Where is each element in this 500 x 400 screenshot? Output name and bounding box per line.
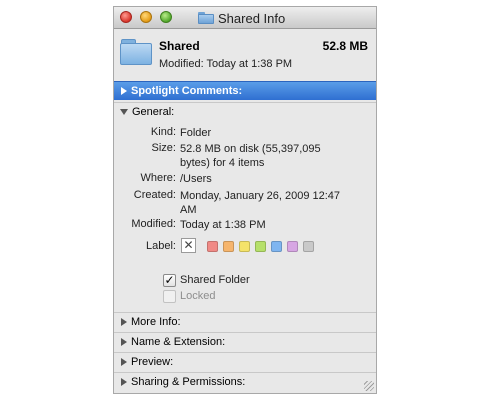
label-color-green[interactable] [255, 241, 266, 252]
section-sharing-permissions[interactable]: Sharing & Permissions: [114, 372, 376, 391]
disclosure-triangle-icon [121, 378, 127, 386]
shared-folder-checkbox[interactable]: ✓ [163, 274, 176, 287]
close-button[interactable] [120, 11, 132, 23]
section-label: Preview: [131, 356, 174, 368]
kind-label: Kind: [150, 126, 176, 138]
created-label: Created: [133, 189, 176, 201]
where-label: Where: [140, 172, 176, 184]
created-value-line2: AM [180, 204, 197, 216]
item-name: Shared [159, 39, 200, 53]
locked-checkbox[interactable] [163, 290, 176, 303]
disclosure-triangle-open-icon [120, 109, 128, 115]
section-label: Spotlight Comments: [131, 85, 243, 97]
window-title: Shared Info [218, 10, 286, 26]
section-label: Name & Extension: [131, 336, 226, 348]
disclosure-triangle-icon [121, 87, 127, 95]
kind-value: Folder [180, 127, 212, 139]
section-name-extension[interactable]: Name & Extension: [114, 332, 376, 351]
section-more-info[interactable]: More Info: [114, 312, 376, 331]
disclosure-triangle-icon [121, 358, 127, 366]
info-window: Shared Info Shared 52.8 MB Modified: Tod… [113, 6, 377, 394]
section-general[interactable]: General: [114, 102, 376, 121]
size-value-line1: 52.8 MB on disk (55,397,095 [180, 143, 321, 155]
section-label: General: [132, 106, 175, 118]
info-header: Shared 52.8 MB Modified: Today at 1:38 P… [114, 29, 376, 83]
resize-grip-icon[interactable] [364, 381, 374, 391]
label-color-orange[interactable] [223, 241, 234, 252]
label-color-purple[interactable] [287, 241, 298, 252]
label-color-yellow[interactable] [239, 241, 250, 252]
section-label: Sharing & Permissions: [131, 376, 246, 388]
label-none-button[interactable]: ✕ [181, 238, 196, 253]
large-folder-icon [120, 37, 152, 67]
where-value: /Users [180, 173, 212, 185]
zoom-button[interactable] [160, 11, 172, 23]
size-value-line2: bytes) for 4 items [180, 157, 265, 169]
title-bar[interactable]: Shared Info [114, 7, 376, 29]
modified-label: Modified: [131, 218, 176, 230]
label-color-blue[interactable] [271, 241, 282, 252]
label-color-gray[interactable] [303, 241, 314, 252]
item-modified: Modified: Today at 1:38 PM [159, 58, 293, 70]
created-value-line1: Monday, January 26, 2009 12:47 [180, 190, 341, 202]
label-label: Label: [146, 240, 176, 252]
minimize-button[interactable] [140, 11, 152, 23]
item-size: 52.8 MB [322, 39, 368, 53]
size-label: Size: [151, 142, 176, 154]
label-color-red[interactable] [207, 241, 218, 252]
modified-value: Today at 1:38 PM [180, 219, 266, 231]
window-title-group: Shared Info [198, 10, 285, 26]
shared-folder-label: Shared Folder [180, 274, 250, 286]
locked-label: Locked [180, 290, 216, 302]
disclosure-triangle-icon [121, 338, 127, 346]
section-label: More Info: [131, 316, 181, 328]
disclosure-triangle-icon [121, 318, 127, 326]
section-preview[interactable]: Preview: [114, 352, 376, 371]
folder-icon [198, 12, 214, 24]
section-spotlight-comments[interactable]: Spotlight Comments: [114, 81, 376, 100]
